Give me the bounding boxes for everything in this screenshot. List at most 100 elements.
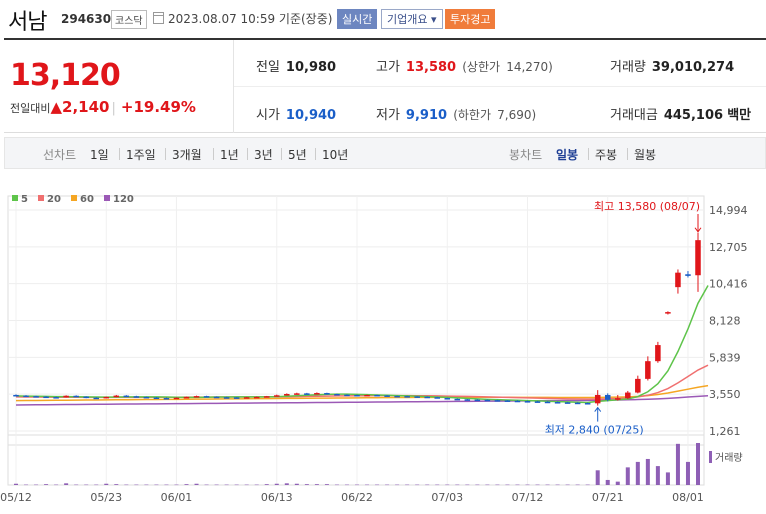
volume-bar bbox=[234, 484, 239, 486]
high-label: 고가 bbox=[376, 60, 400, 75]
open-cell: 시가 10,940 bbox=[256, 104, 336, 123]
trade-amount-value: 445,106 bbox=[663, 108, 724, 123]
period-1w[interactable]: 1주일 bbox=[126, 146, 156, 163]
volume-bar bbox=[324, 484, 329, 485]
company-overview-button[interactable]: 기업개요 ▾ bbox=[381, 9, 443, 29]
candle-body bbox=[334, 394, 340, 396]
volume-bar bbox=[385, 484, 390, 486]
chart-svg: 14,994 12,705 10,416 8,128 5,839 3,550 1,261 05… bbox=[0, 194, 748, 504]
period-10y[interactable]: 10년 bbox=[322, 146, 348, 163]
realtime-button[interactable]: 실시간 bbox=[337, 9, 378, 29]
legend-label: 120 bbox=[113, 194, 134, 205]
divider: | bbox=[111, 101, 116, 116]
period-1y[interactable]: 1년 bbox=[220, 146, 239, 163]
volume-bar bbox=[214, 484, 219, 486]
volume-bar bbox=[254, 484, 259, 486]
x-tick-label: 07/03 bbox=[431, 491, 463, 504]
period-toolbar: 선차트 1일 1주일 3개월 1년 3년 5년 10년 봉차트 일봉 주봉 월봉 bbox=[4, 137, 766, 169]
volume-bar bbox=[64, 483, 69, 485]
volume-bar bbox=[655, 466, 660, 485]
volume-bar bbox=[625, 467, 630, 485]
volume-bar bbox=[585, 484, 590, 486]
candle-body bbox=[384, 395, 390, 397]
candle-body bbox=[274, 395, 280, 397]
candle-body bbox=[504, 400, 511, 402]
candle-body bbox=[464, 399, 471, 401]
high-value: 13,580 bbox=[405, 60, 457, 75]
volume-bar bbox=[515, 484, 520, 486]
y-tick-label: 12,705 bbox=[709, 241, 748, 254]
period-3m[interactable]: 3개월 bbox=[172, 146, 202, 163]
divider bbox=[247, 148, 248, 160]
volume-bar bbox=[575, 484, 580, 486]
candle-body bbox=[93, 397, 99, 400]
volume-label: 거래량 bbox=[715, 452, 743, 464]
candle-body bbox=[514, 400, 521, 403]
stock-code: 294630 bbox=[61, 12, 112, 26]
candle-body bbox=[544, 401, 551, 404]
volume-bar bbox=[415, 484, 420, 486]
candle-daily[interactable]: 일봉 bbox=[556, 146, 578, 163]
candle-body bbox=[43, 396, 49, 399]
y-tick-label: 1,261 bbox=[709, 425, 741, 438]
candle-body bbox=[665, 312, 671, 314]
stock-header: 서남 294630 코스닥 2023.08.07 10:59 기준(장중) 실시… bbox=[0, 0, 766, 38]
quote-divider bbox=[234, 86, 766, 87]
investment-warning-badge: 투자경고 bbox=[445, 9, 496, 29]
divider bbox=[213, 148, 214, 160]
change-rate: +19.49% bbox=[120, 98, 196, 116]
prev-close-value: 10,980 bbox=[285, 60, 337, 75]
volume-bar bbox=[555, 484, 560, 486]
line-chart-label[interactable]: 선차트 bbox=[43, 146, 76, 163]
volume-bar bbox=[204, 484, 209, 486]
candle-body bbox=[675, 272, 681, 288]
volume-bar bbox=[54, 484, 59, 486]
volume-bar bbox=[425, 484, 430, 486]
candle-body bbox=[574, 402, 581, 405]
volume-bar bbox=[405, 484, 410, 486]
candle-body bbox=[635, 378, 641, 393]
candle-body bbox=[645, 361, 651, 379]
period-5y[interactable]: 5년 bbox=[288, 146, 307, 163]
period-1d[interactable]: 1일 bbox=[90, 146, 109, 163]
divider bbox=[119, 148, 120, 160]
x-tick-label: 06/22 bbox=[341, 491, 373, 504]
volume-bar bbox=[344, 484, 349, 486]
volume-bar bbox=[505, 484, 510, 486]
candle-body bbox=[263, 396, 270, 398]
legend-swatch bbox=[38, 195, 44, 201]
stock-chart: 14,994 12,705 10,416 8,128 5,839 3,550 1,261 05… bbox=[0, 185, 766, 514]
ma5-line bbox=[15, 285, 709, 404]
volume-bar bbox=[264, 484, 269, 485]
low-value: 9,910 bbox=[405, 108, 448, 123]
y-tick-label: 8,128 bbox=[709, 315, 741, 328]
volume-bar bbox=[44, 484, 49, 485]
quote-panel: 13,120 전일대비▲2,140 | +19.49% 전일 10,980 고가 13,… bbox=[4, 38, 766, 133]
volume-value: 39,010,274 bbox=[651, 60, 735, 75]
candle-body bbox=[73, 395, 79, 398]
volume-cell: 거래량 39,010,274 bbox=[610, 56, 734, 75]
candle-body bbox=[153, 397, 160, 400]
candle-weekly[interactable]: 주봉 bbox=[595, 146, 617, 163]
volume-bar bbox=[114, 484, 119, 485]
candle-body bbox=[434, 397, 440, 399]
volume-bar bbox=[495, 484, 500, 486]
candle-chart-label[interactable]: 봉차트 bbox=[509, 146, 542, 163]
candle-body bbox=[554, 402, 561, 404]
candle-body bbox=[695, 240, 701, 276]
upper-limit-value: 14,270) bbox=[506, 60, 553, 74]
candle-body bbox=[594, 394, 601, 404]
candle-body bbox=[53, 397, 59, 399]
x-tick-label: 06/01 bbox=[161, 491, 193, 504]
candle-body bbox=[13, 394, 19, 397]
candle-body bbox=[243, 397, 250, 399]
candle-body bbox=[494, 400, 501, 402]
candle-monthly[interactable]: 월봉 bbox=[634, 146, 656, 163]
period-3y[interactable]: 3년 bbox=[254, 146, 273, 163]
volume-bar bbox=[595, 470, 600, 485]
candle-body bbox=[33, 396, 39, 398]
candle-body bbox=[584, 403, 591, 405]
candle-body bbox=[444, 398, 451, 400]
volume-bar bbox=[605, 479, 610, 485]
volume-bar bbox=[194, 483, 199, 485]
